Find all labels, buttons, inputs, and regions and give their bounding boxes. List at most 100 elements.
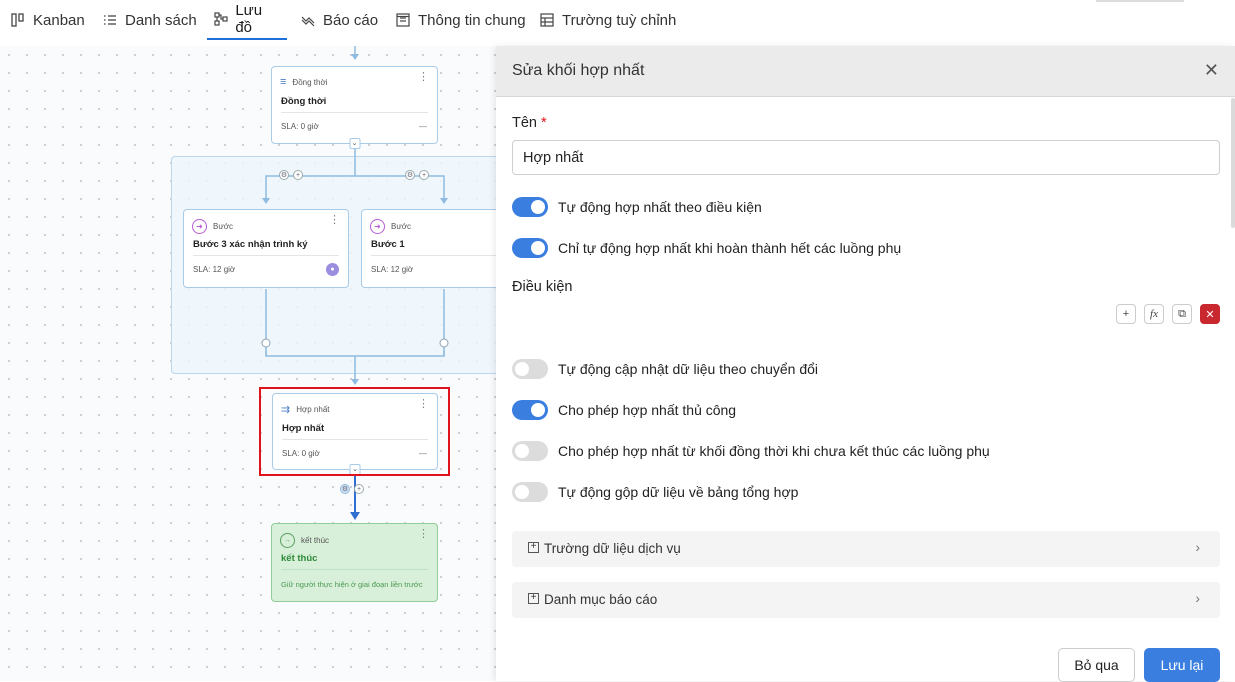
tab-kanban[interactable]: Kanban	[4, 0, 91, 40]
node-header: ➜ Bước	[370, 219, 411, 234]
node-sla: SLA: 0 giờ	[281, 122, 319, 131]
save-button[interactable]: Lưu lại	[1144, 648, 1220, 682]
toggle-row-merge-parallel: Cho phép hợp nhất từ khối đồng thời khi …	[512, 441, 990, 461]
add-icon[interactable]: +	[293, 170, 303, 180]
divider	[193, 255, 339, 256]
chevron-right-icon: ›	[1195, 539, 1200, 555]
section-title: Trường dữ liệu dịch vụ	[544, 541, 681, 556]
top-nav: Kanban Danh sách Lưu đồ Báo cáo Thông ti…	[0, 0, 1235, 46]
tab-luu-do[interactable]: Lưu đồ	[207, 0, 287, 40]
name-input[interactable]	[512, 140, 1220, 175]
expand-icon: +	[528, 542, 539, 553]
toggle-switch[interactable]	[512, 238, 548, 258]
info-icon	[395, 12, 411, 28]
settings-icon[interactable]: ⚙	[405, 170, 415, 180]
kanban-icon	[10, 12, 26, 28]
add-icon[interactable]: +	[419, 170, 429, 180]
toggle-label: Tự động cập nhật dữ liệu theo chuyển đổi	[558, 361, 819, 377]
settings-icon[interactable]: ⚙	[279, 170, 289, 180]
tab-label: Lưu đồ	[235, 2, 263, 36]
node-header: ≡ Đồng thời	[280, 76, 327, 88]
tab-label: Báo cáo	[323, 11, 379, 29]
cancel-button[interactable]: Bỏ qua	[1058, 648, 1135, 682]
toggle-switch[interactable]	[512, 400, 548, 420]
more-icon[interactable]: ⋮	[418, 529, 429, 540]
top-right-control	[1096, 0, 1184, 2]
selection-highlight	[259, 387, 450, 476]
panel-title: Sửa khối hợp nhất	[512, 62, 645, 79]
node-type: Đồng thời	[292, 77, 328, 87]
custom-fields-icon	[539, 12, 555, 28]
node-title: Bước 3 xác nhận trình ký	[193, 239, 308, 250]
toggle-label: Tự động gộp dữ liệu về bảng tổng hợp	[558, 484, 799, 500]
section-title: Danh mục báo cáo	[544, 592, 658, 607]
more-icon[interactable]: ⋮	[329, 215, 340, 226]
section-report-catalog[interactable]: + Danh mục báo cáo ›	[512, 582, 1220, 618]
condition-toolbar: + fx ⧉ ✕	[1116, 304, 1220, 324]
node-sla: SLA: 12 giờ	[193, 265, 236, 274]
toggle-switch[interactable]	[512, 359, 548, 379]
toggle-row-aggregate: Tự động gộp dữ liệu về bảng tổng hợp	[512, 482, 798, 502]
merge-controls[interactable]: ⚙ +	[340, 484, 364, 494]
node-end[interactable]: → kết thúc ⋮ kết thúc Giữ người thực hiệ…	[271, 523, 438, 602]
divider	[281, 569, 428, 570]
user-avatar-icon: ●	[326, 263, 339, 276]
chevron-down-icon[interactable]: ⌄	[349, 138, 360, 149]
node-sla: SLA: 12 giờ	[371, 265, 414, 274]
node-type: kết thúc	[301, 536, 330, 545]
toggle-switch[interactable]	[512, 197, 548, 217]
tab-label: Trường tuỳ chỉnh	[562, 11, 677, 29]
name-label-text: Tên	[512, 115, 537, 131]
branch-controls-right[interactable]: ⚙ +	[405, 170, 429, 180]
section-service-fields[interactable]: + Trường dữ liệu dịch vụ ›	[512, 531, 1220, 567]
tab-label: Thông tin chung	[418, 11, 526, 29]
more-icon[interactable]: ⋮	[418, 72, 429, 83]
close-icon[interactable]: ✕	[1204, 60, 1219, 81]
condition-label: Điều kiện	[512, 279, 573, 295]
node-type: Bước	[213, 222, 233, 231]
add-condition-icon[interactable]: +	[1116, 304, 1136, 324]
required-mark: *	[541, 115, 547, 131]
tab-bao-cao[interactable]: Báo cáo	[294, 0, 384, 40]
toggle-row-auto-update: Tự động cập nhật dữ liệu theo chuyển đổi	[512, 359, 818, 379]
step-icon: ➜	[370, 219, 385, 234]
name-label: Tên *	[512, 115, 547, 131]
divider	[371, 255, 496, 256]
node-dash: —	[419, 122, 427, 131]
report-icon	[300, 12, 316, 28]
copy-icon[interactable]: ⧉	[1172, 304, 1192, 324]
tab-thong-tin-chung[interactable]: Thông tin chung	[389, 0, 532, 40]
toggle-switch[interactable]	[512, 441, 548, 461]
toggle-row-auto-merge: Tự động hợp nhất theo điều kiện	[512, 197, 762, 217]
panel-header: Sửa khối hợp nhất ✕	[496, 46, 1235, 97]
toggle-label: Chỉ tự động hợp nhất khi hoàn thành hết …	[558, 240, 902, 256]
tab-label: Kanban	[33, 11, 85, 29]
node-parallel[interactable]: ≡ Đồng thời ⋮ Đồng thời SLA: 0 giờ — ⌄	[271, 66, 438, 149]
toggle-switch[interactable]	[512, 482, 548, 502]
node-title: Bước 1	[371, 239, 405, 250]
edit-merge-panel: Sửa khối hợp nhất ✕ Tên * Tự động hợp nh…	[496, 46, 1235, 682]
node-step-1[interactable]: ➜ Bước ⋮ Bước 3 xác nhận trình ký SLA: 1…	[183, 209, 349, 288]
tab-danh-sach[interactable]: Danh sách	[96, 0, 203, 40]
node-title: Đồng thời	[281, 96, 327, 107]
settings-icon[interactable]: ⚙	[340, 484, 350, 494]
toggle-label: Cho phép hợp nhất thủ công	[558, 402, 737, 418]
toggle-row-auto-merge-complete: Chỉ tự động hợp nhất khi hoàn thành hết …	[512, 238, 901, 258]
add-icon[interactable]: +	[354, 484, 364, 494]
branch-controls-left[interactable]: ⚙ +	[279, 170, 303, 180]
tab-truong-tuy-chinh[interactable]: Trường tuỳ chỉnh	[533, 0, 682, 40]
toggle-label: Cho phép hợp nhất từ khối đồng thời khi …	[558, 443, 990, 459]
step-icon: ➜	[192, 219, 207, 234]
formula-icon[interactable]: fx	[1144, 304, 1164, 324]
scrollbar[interactable]	[1231, 98, 1235, 228]
clear-icon[interactable]: ✕	[1200, 304, 1220, 324]
node-step-2[interactable]: ➜ Bước Bước 1 SLA: 12 giờ	[361, 209, 496, 288]
flow-canvas[interactable]: ⚙ + ⚙ + ⚙ + ≡ Đồng thời ⋮ Đồng thời SLA: 0 …	[0, 46, 496, 681]
chevron-right-icon: ›	[1195, 590, 1200, 606]
node-title: kết thúc	[281, 553, 318, 564]
expand-icon: +	[528, 593, 539, 604]
list-icon	[102, 12, 118, 28]
flowchart-icon	[213, 11, 228, 27]
node-header: → kết thúc	[280, 533, 329, 548]
end-icon: →	[280, 533, 295, 548]
